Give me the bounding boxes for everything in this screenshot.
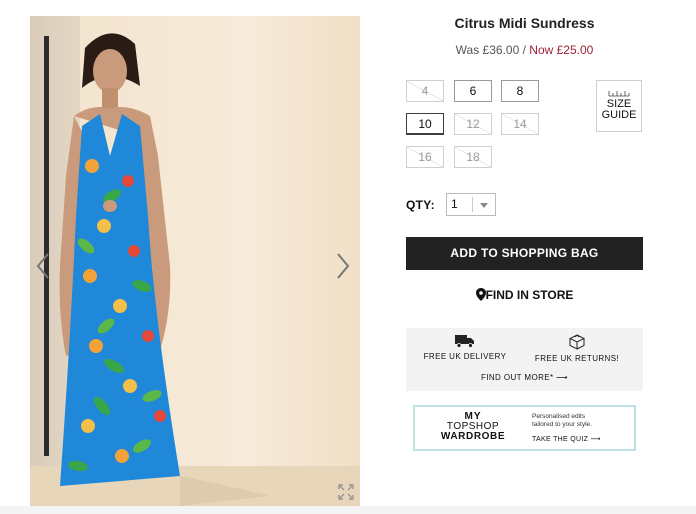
size-option-8[interactable]: 8: [501, 80, 539, 102]
qty-select[interactable]: 1: [446, 193, 496, 216]
free-returns-label: FREE UK RETURNS!: [534, 354, 620, 363]
size-option-4[interactable]: 4: [406, 80, 444, 102]
product-image[interactable]: [30, 16, 360, 506]
find-out-more-link[interactable]: FIND OUT MORE* ⟶: [406, 373, 643, 382]
previous-image-button[interactable]: [32, 248, 56, 284]
size-option-16[interactable]: 16: [406, 146, 444, 168]
wardrobe-pitch-line-2: tailored to your style.: [532, 421, 592, 428]
size-option-14[interactable]: 14: [501, 113, 539, 135]
take-the-quiz-link[interactable]: TAKE THE QUIZ ⟶: [532, 435, 601, 443]
add-to-bag-button[interactable]: ADD TO SHOPPING BAG: [406, 237, 643, 270]
free-returns: FREE UK RETURNS!: [518, 334, 636, 363]
size-option-12[interactable]: 12: [454, 113, 492, 135]
free-delivery-label: FREE UK DELIVERY: [423, 352, 507, 361]
qty-divider: [472, 197, 473, 212]
price-was: Was £36.00: [455, 43, 520, 57]
ruler-icon: [608, 91, 630, 97]
next-image-button[interactable]: [330, 248, 354, 284]
box-return-icon: [569, 334, 585, 350]
expand-image-button[interactable]: [338, 484, 354, 500]
delivery-returns-box: FREE UK DELIVERY FREE UK RETURNS! FIND O…: [406, 328, 643, 391]
my-topshop-wardrobe-banner[interactable]: MY TOPSHOP WARDROBE Personalised edits t…: [413, 405, 636, 451]
wardrobe-logo-line-3: WARDROBE: [440, 431, 506, 442]
wardrobe-logo: MY TOPSHOP WARDROBE: [423, 412, 523, 442]
qty-value: 1: [451, 197, 458, 211]
qty-label: QTY:: [406, 198, 435, 212]
wardrobe-pitch: Personalised edits tailored to your styl…: [532, 413, 632, 429]
size-option-6[interactable]: 6: [454, 80, 492, 102]
price-separator: /: [519, 43, 530, 57]
page-footer-strip: [0, 506, 696, 514]
wardrobe-pitch-line-1: Personalised edits: [532, 413, 586, 420]
size-option-10[interactable]: 10: [406, 113, 444, 135]
find-in-store-label: FIND IN STORE: [485, 288, 574, 302]
find-in-store-link[interactable]: FIND IN STORE: [406, 288, 643, 302]
size-guide-button[interactable]: SIZE GUIDE: [596, 80, 642, 132]
product-title: Citrus Midi Sundress: [454, 15, 595, 31]
price-line: Was £36.00 / Now £25.00: [406, 43, 643, 57]
free-delivery: FREE UK DELIVERY: [406, 334, 524, 361]
size-option-18[interactable]: 18: [454, 146, 492, 168]
truck-icon: [455, 335, 474, 348]
size-guide-label-2: GUIDE: [601, 109, 637, 121]
expand-icon: [338, 484, 354, 500]
location-pin-icon: [475, 288, 486, 301]
chevron-down-icon: [480, 203, 488, 208]
chevron-right-icon: [337, 253, 350, 279]
price-now: Now £25.00: [529, 43, 594, 57]
model-wearing-dress: [59, 33, 270, 506]
chevron-left-icon: [36, 253, 49, 279]
